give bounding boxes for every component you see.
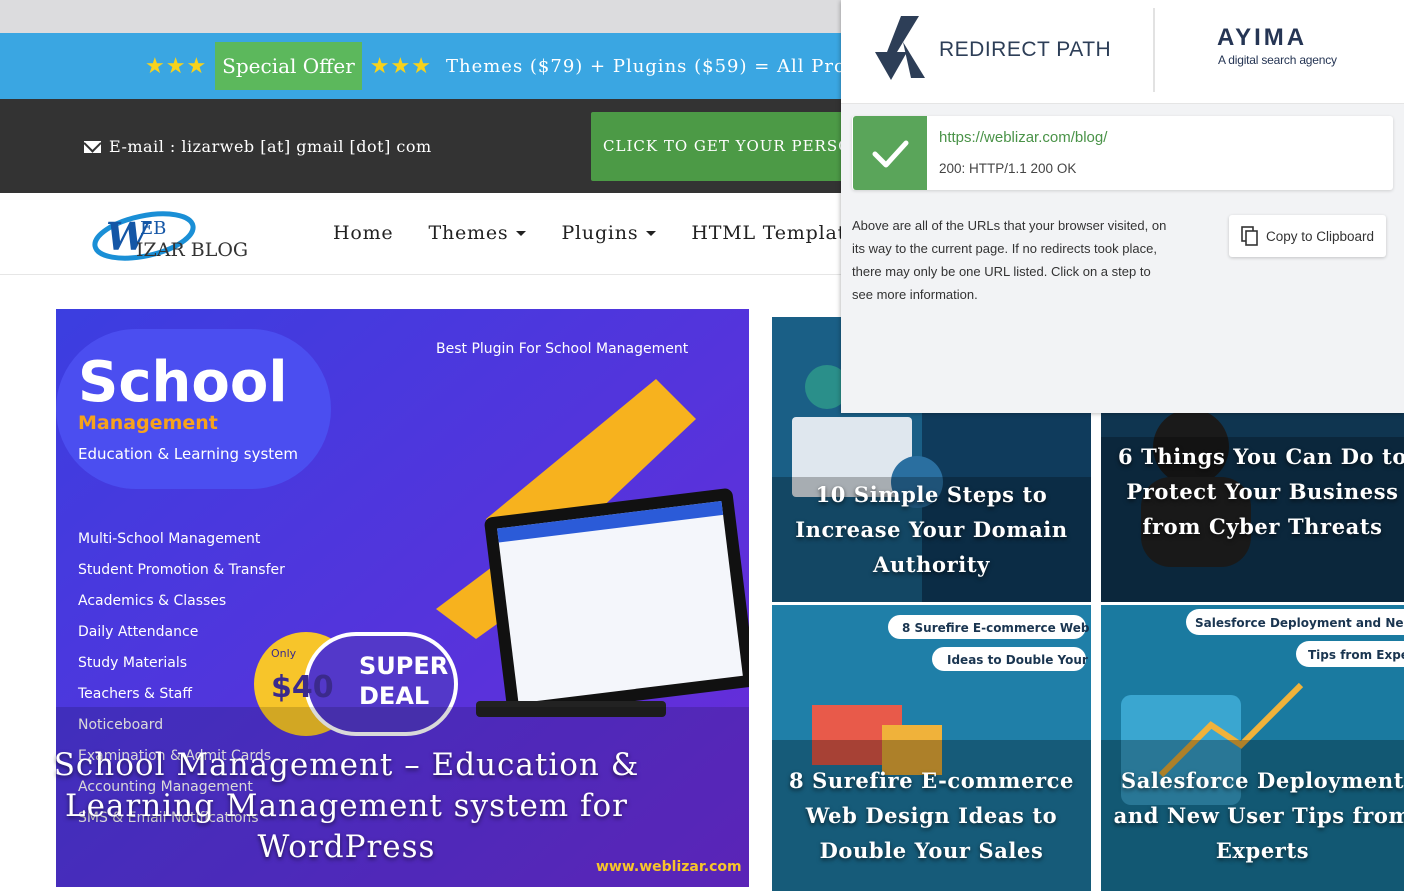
envelope-icon	[84, 140, 101, 153]
redirect-path-popup: REDIRECT PATH AYIMA A digital search age…	[841, 0, 1404, 413]
svg-text:EB: EB	[140, 218, 166, 239]
svg-text:Best Plugin For School Managem: Best Plugin For School Management	[436, 341, 689, 357]
nav-plugins[interactable]: Plugins	[561, 222, 657, 244]
success-status	[853, 116, 927, 190]
svg-text:Only: Only	[271, 647, 297, 660]
caret-down-icon	[516, 230, 527, 236]
banner-feature-item: Teachers & Staff	[77, 686, 192, 702]
banner-feature-item: Multi-School Management	[78, 531, 261, 547]
email-contact: E-mail : lizarweb [at] gmail [dot] com	[84, 137, 432, 156]
clipboard-icon	[1241, 226, 1258, 246]
post-card-salesforce[interactable]: Salesforce Deployment and New User Tips …	[1101, 605, 1404, 891]
personal-offer-button[interactable]: CLICK TO GET YOUR PERSONAL OFFER	[591, 112, 851, 181]
post-title-domain-authority: 10 Simple Steps to Increase Your Domain …	[795, 482, 1068, 577]
extension-brand-name: REDIRECT PATH	[939, 38, 1112, 61]
banner-feature-item: Academics & Classes	[78, 593, 226, 609]
copy-to-clipboard-button[interactable]: Copy to Clipboard	[1229, 215, 1386, 257]
svg-text:8 Surefire E-commerce Web Desi: 8 Surefire E-commerce Web Design	[902, 621, 1091, 635]
svg-text:Management: Management	[78, 412, 218, 434]
post-card-ecommerce[interactable]: 8 Surefire E-commerce Web Design Ideas t…	[772, 605, 1091, 891]
stars-right-icon: ★★★	[369, 53, 432, 79]
nav-links: Home Themes Plugins HTML Templates	[333, 222, 869, 244]
redirect-url[interactable]: https://weblizar.com/blog/	[939, 129, 1107, 146]
ayima-logo[interactable]: AYIMA	[1217, 24, 1307, 52]
redirect-step[interactable]: https://weblizar.com/blog/ 200: HTTP/1.1…	[852, 116, 1393, 190]
svg-text:IZAR BLOG: IZAR BLOG	[136, 239, 248, 261]
special-offer-badge[interactable]: Special Offer	[215, 42, 362, 90]
post-title-salesforce: Salesforce Deployment and New User Tips …	[1113, 768, 1404, 863]
svg-text:SUPER: SUPER	[359, 652, 448, 680]
svg-text:Ideas to Double Your Sales: Ideas to Double Your Sales	[947, 653, 1091, 667]
extension-header: REDIRECT PATH AYIMA A digital search age…	[841, 0, 1404, 104]
caret-down-icon	[646, 230, 657, 236]
svg-text:School: School	[78, 350, 288, 415]
redirect-description: Above are all of the URLs that your brow…	[852, 218, 1167, 302]
post-title-cyber-threats: 6 Things You Can Do to Protect Your Busi…	[1118, 444, 1404, 539]
checkmark-icon	[872, 140, 909, 168]
nav-home-label: Home	[333, 222, 394, 244]
svg-text:Tips from Experts: Tips from Experts	[1308, 648, 1404, 662]
nav-plugins-label: Plugins	[561, 222, 639, 244]
stars-left-icon: ★★★	[145, 53, 208, 79]
svg-text:DEAL: DEAL	[359, 682, 429, 710]
copy-label: Copy to Clipboard	[1266, 228, 1375, 244]
offer-text: Themes ($79) + Plugins ($59) = All Produ…	[445, 55, 901, 77]
svg-text:$40: $40	[271, 670, 334, 705]
ayima-tagline: A digital search agency	[1218, 53, 1337, 67]
post-title-ecommerce: 8 Surefire E-commerce Web Design Ideas t…	[788, 768, 1075, 863]
featured-post-title[interactable]: School Management – Education & Learning…	[0, 745, 693, 868]
svg-text:Salesforce Deployment and New: Salesforce Deployment and New User	[1195, 616, 1404, 630]
nav-themes[interactable]: Themes	[428, 222, 527, 244]
banner-feature-item: Daily Attendance	[78, 624, 198, 640]
http-status: 200: HTTP/1.1 200 OK	[939, 161, 1077, 176]
nav-themes-label: Themes	[428, 222, 509, 244]
banner-feature-item: Student Promotion & Transfer	[78, 562, 285, 578]
nav-home[interactable]: Home	[333, 222, 393, 244]
email-text: E-mail : lizarweb [at] gmail [dot] com	[109, 137, 432, 156]
banner-feature-item: Study Materials	[78, 655, 187, 671]
header-divider	[1153, 8, 1155, 92]
redirect-path-logo-icon	[875, 16, 925, 80]
site-logo[interactable]: W EB IZAR BLOG	[92, 206, 262, 262]
svg-text:Education & Learning system: Education & Learning system	[78, 445, 298, 463]
